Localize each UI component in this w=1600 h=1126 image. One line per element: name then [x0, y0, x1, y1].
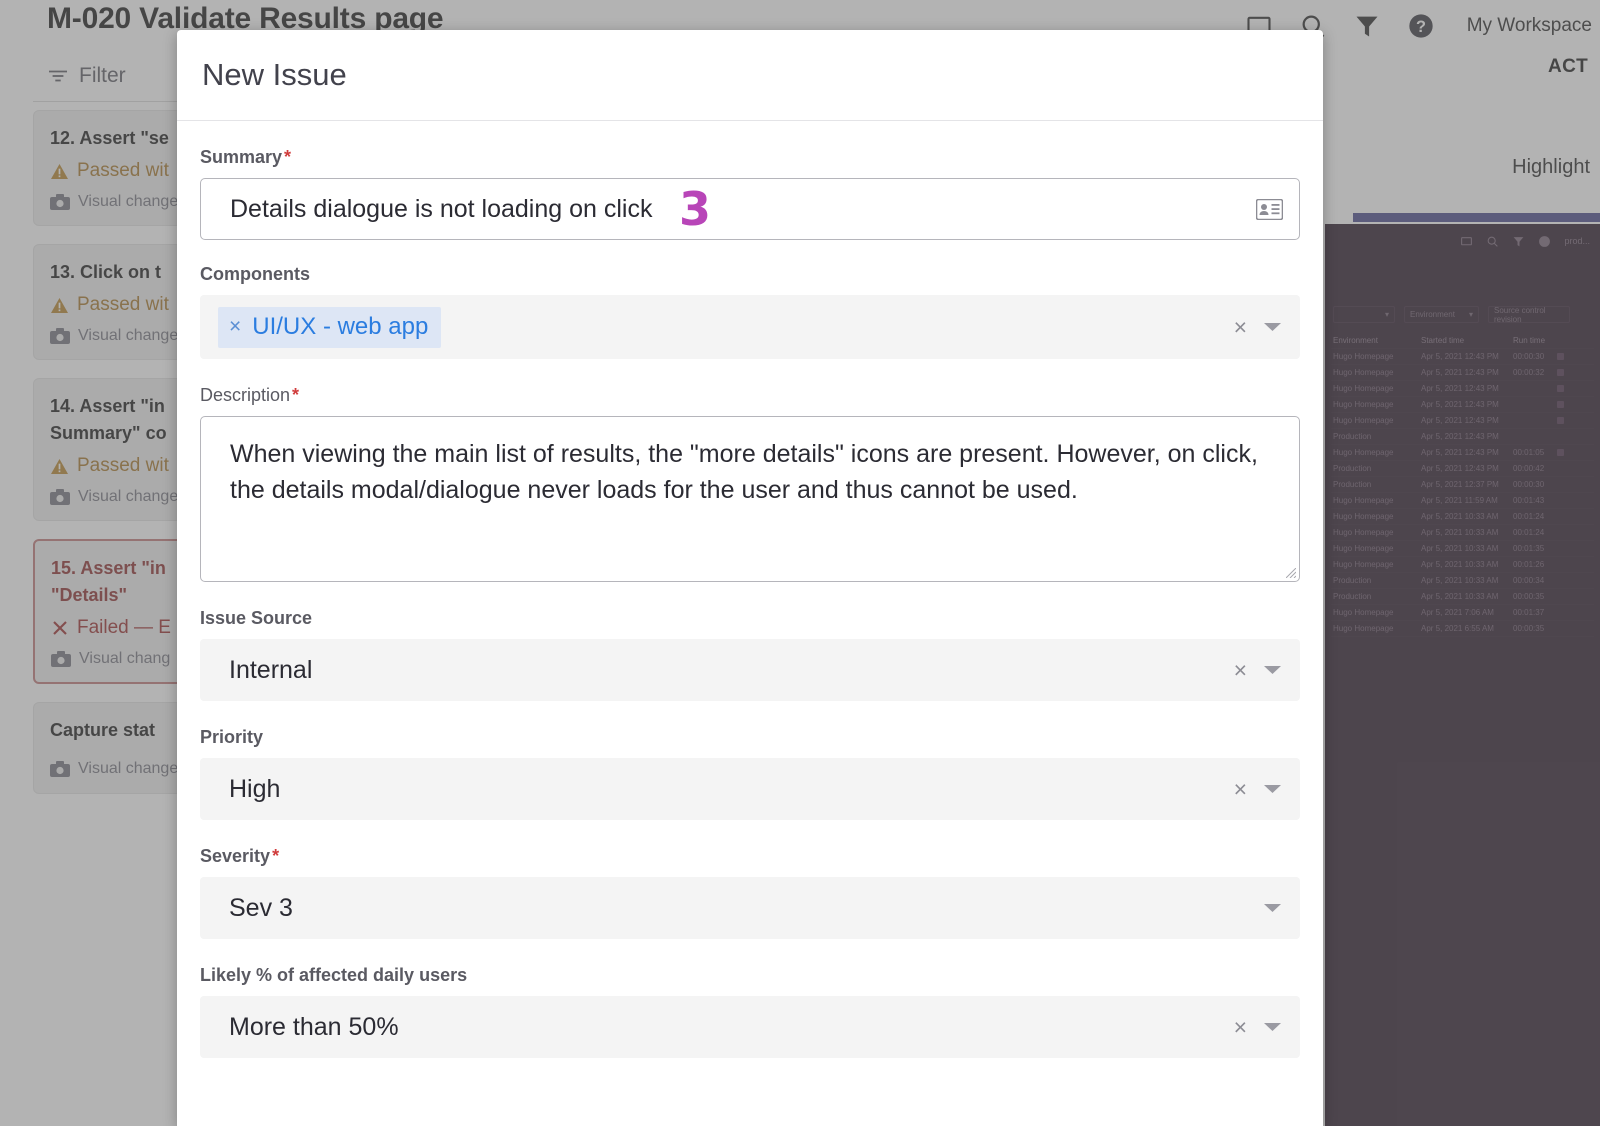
- components-select[interactable]: × UI/UX - web app ×: [200, 295, 1300, 359]
- severity-select[interactable]: Sev 3: [200, 877, 1300, 939]
- dialog-header: New Issue: [177, 30, 1323, 121]
- priority-value: High: [229, 775, 1234, 804]
- required-asterisk: *: [284, 147, 291, 167]
- clear-icon[interactable]: ×: [1234, 316, 1247, 339]
- annotation-badge-3: 3: [679, 186, 711, 232]
- field-summary: Summary* Details dialogue is not loading…: [200, 147, 1300, 240]
- priority-label: Priority: [200, 727, 1300, 748]
- field-description: Description* When viewing the main list …: [200, 385, 1300, 582]
- issue-source-actions: ×: [1234, 659, 1282, 682]
- dialog-title: New Issue: [202, 57, 347, 93]
- chevron-down-icon[interactable]: [1263, 1021, 1282, 1033]
- contact-card-icon[interactable]: [1256, 199, 1283, 220]
- field-components: Components × UI/UX - web app ×: [200, 264, 1300, 359]
- description-value: When viewing the main list of results, t…: [230, 437, 1273, 508]
- component-chip[interactable]: × UI/UX - web app: [218, 307, 441, 348]
- issue-source-label: Issue Source: [200, 608, 1300, 629]
- field-severity: Severity* Sev 3: [200, 846, 1300, 939]
- issue-source-select[interactable]: Internal ×: [200, 639, 1300, 701]
- chip-remove-icon[interactable]: ×: [229, 316, 241, 337]
- description-textarea[interactable]: When viewing the main list of results, t…: [200, 416, 1300, 582]
- chevron-down-icon[interactable]: [1263, 902, 1282, 914]
- description-label: Description*: [200, 385, 1300, 406]
- summary-input[interactable]: Details dialogue is not loading on click…: [200, 178, 1300, 240]
- severity-label: Severity*: [200, 846, 1300, 867]
- affected-users-select[interactable]: More than 50% ×: [200, 996, 1300, 1058]
- chip-label: UI/UX - web app: [252, 313, 428, 341]
- resize-handle[interactable]: [1286, 568, 1296, 578]
- field-priority: Priority High ×: [200, 727, 1300, 820]
- clear-icon[interactable]: ×: [1234, 1016, 1247, 1039]
- screen-root: M-020 Validate Results page ? My Workspa…: [0, 0, 1600, 1126]
- new-issue-dialog: New Issue Summary* Details dialogue is n…: [177, 30, 1323, 1126]
- clear-icon[interactable]: ×: [1234, 778, 1247, 801]
- summary-label: Summary*: [200, 147, 1300, 168]
- summary-value: Details dialogue is not loading on click: [230, 195, 1256, 224]
- affected-users-label: Likely % of affected daily users: [200, 965, 1300, 986]
- field-affected-users: Likely % of affected daily users More th…: [200, 965, 1300, 1058]
- chevron-down-icon[interactable]: [1263, 321, 1282, 333]
- components-label: Components: [200, 264, 1300, 285]
- chevron-down-icon[interactable]: [1263, 664, 1282, 676]
- dialog-body: Summary* Details dialogue is not loading…: [177, 121, 1323, 1058]
- field-issue-source: Issue Source Internal ×: [200, 608, 1300, 701]
- clear-icon[interactable]: ×: [1234, 659, 1247, 682]
- affected-users-value: More than 50%: [229, 1013, 1234, 1042]
- affected-users-actions: ×: [1234, 1016, 1282, 1039]
- components-actions: ×: [1234, 316, 1282, 339]
- issue-source-value: Internal: [229, 656, 1234, 685]
- severity-value: Sev 3: [229, 894, 1263, 923]
- priority-select[interactable]: High ×: [200, 758, 1300, 820]
- chevron-down-icon[interactable]: [1263, 783, 1282, 795]
- required-asterisk: *: [272, 846, 279, 866]
- severity-actions: [1263, 902, 1282, 914]
- priority-actions: ×: [1234, 778, 1282, 801]
- required-asterisk: *: [292, 385, 299, 405]
